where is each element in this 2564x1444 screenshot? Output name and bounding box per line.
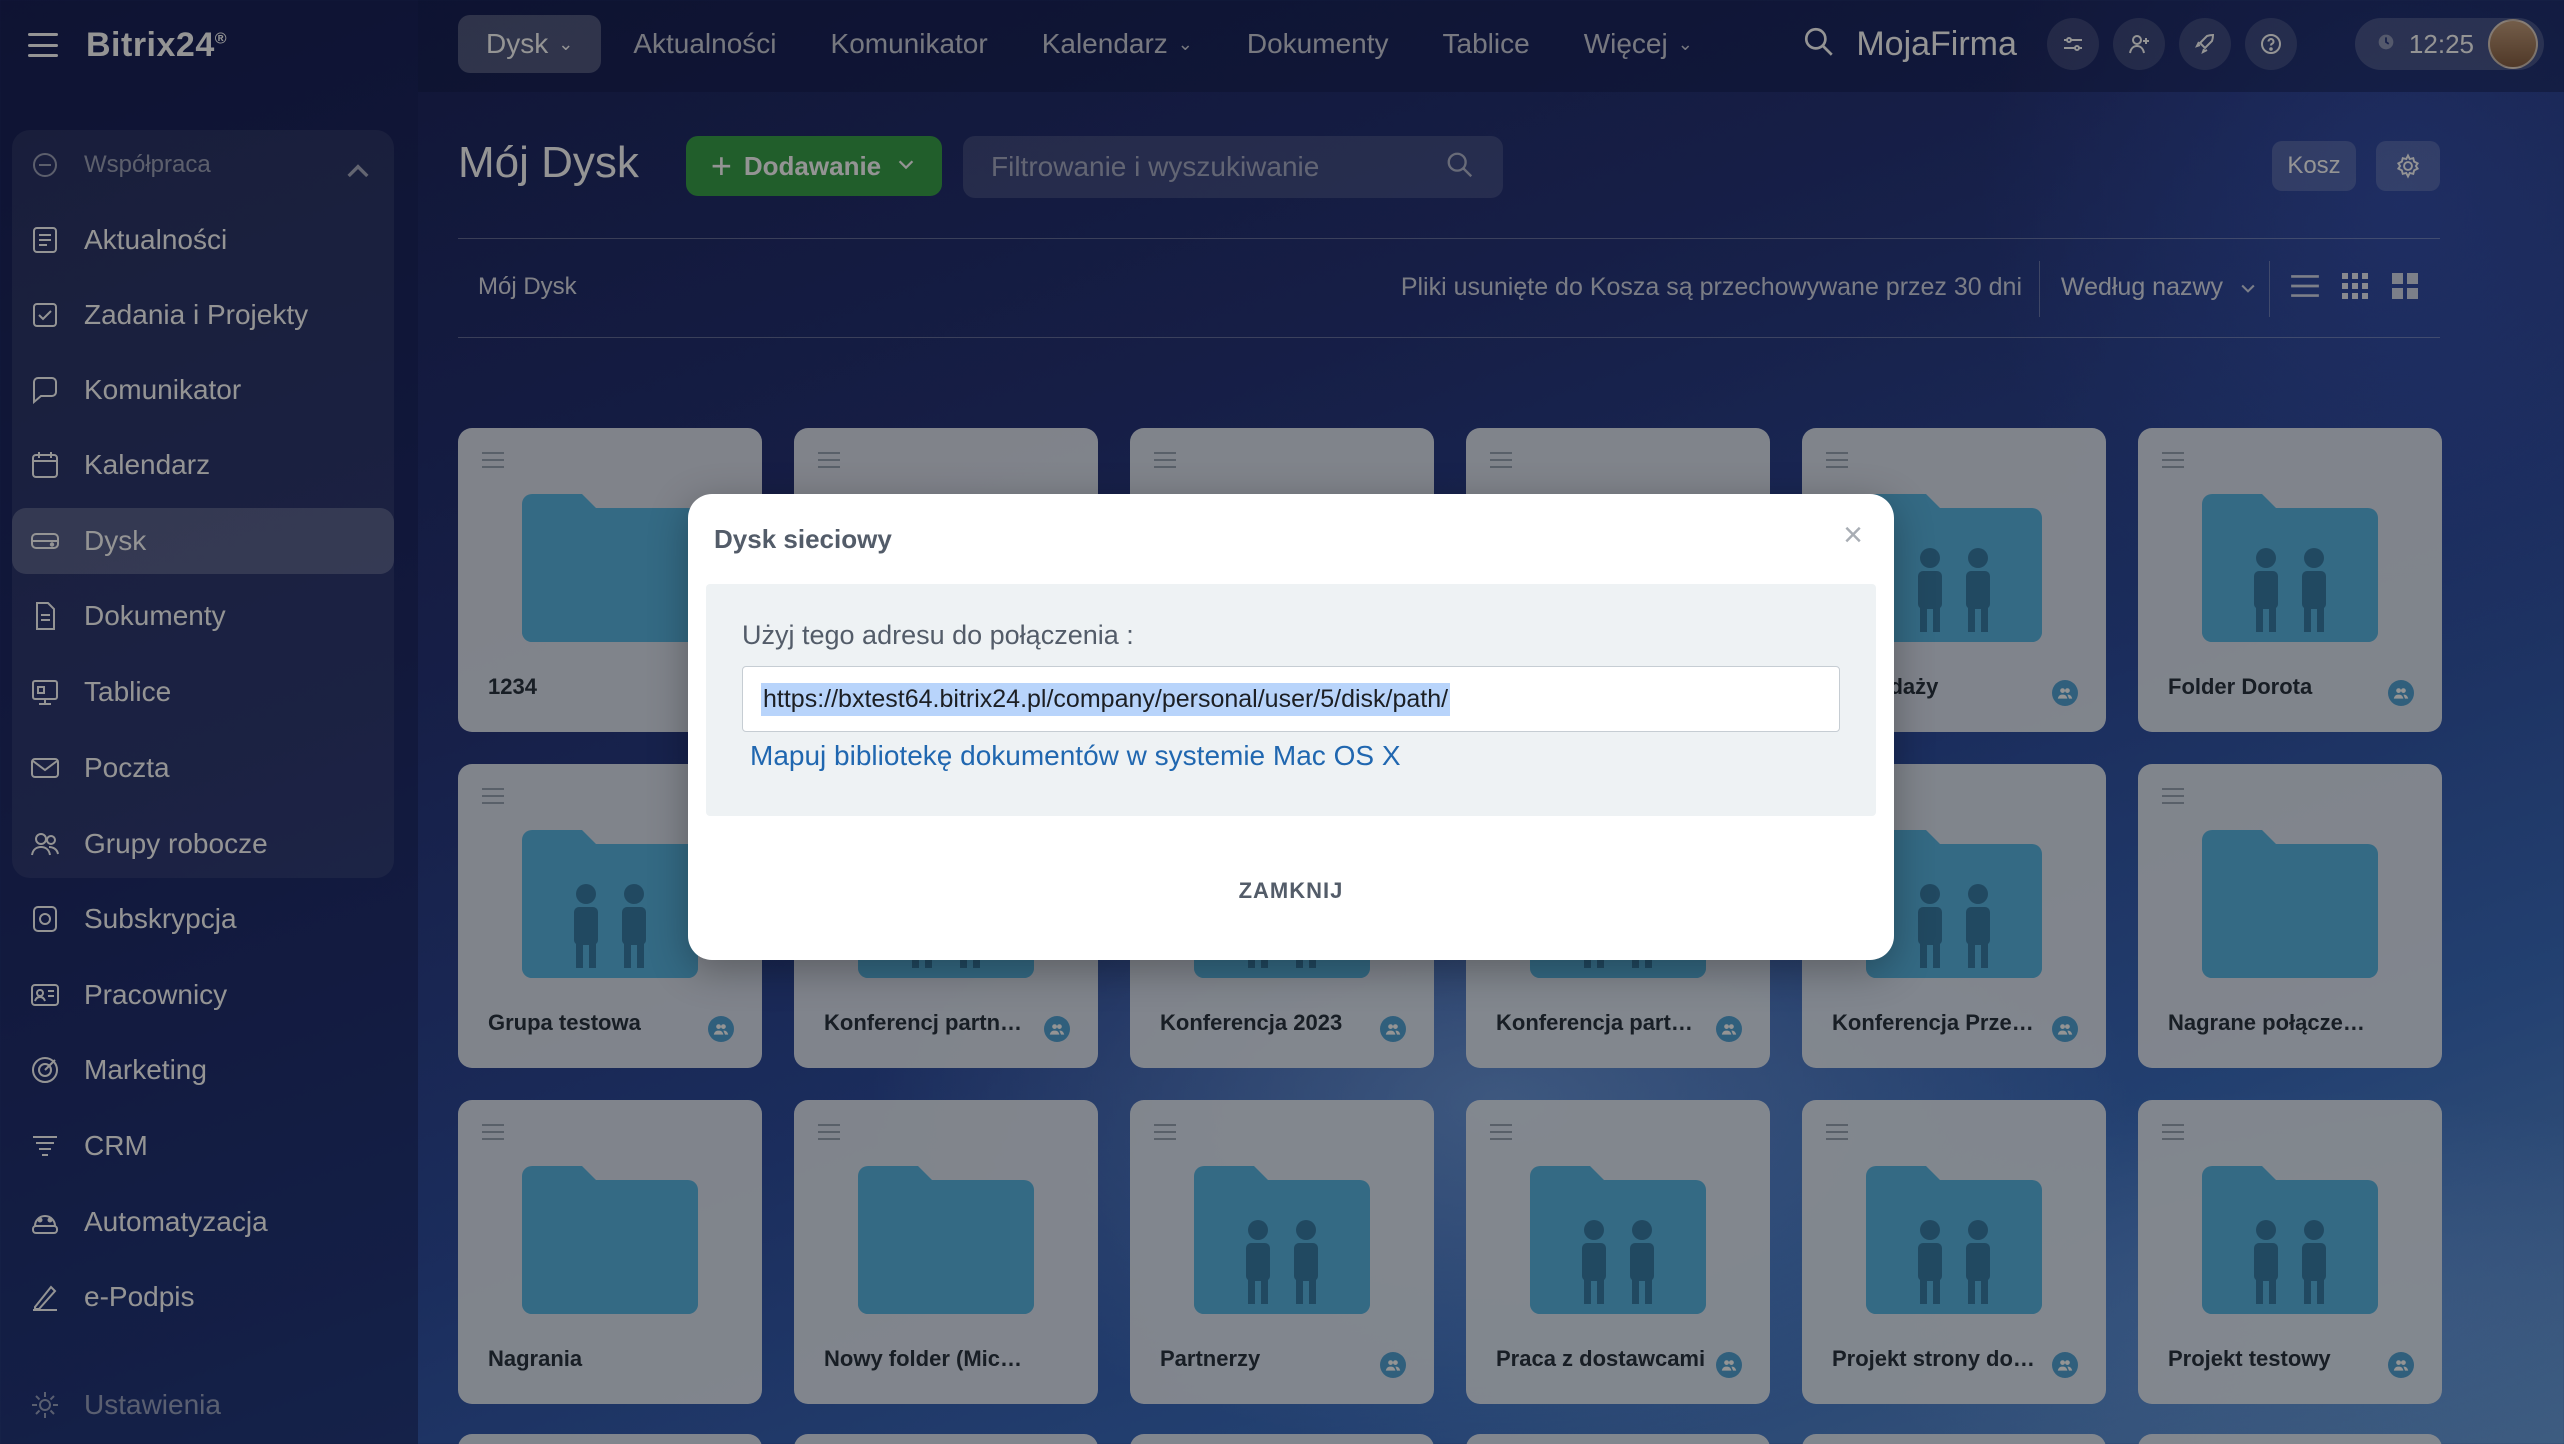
url-field[interactable]: https://bxtest64.bitrix24.pl/company/per… — [742, 666, 1840, 732]
network-drive-dialog: Dysk sieciowy × Użyj tego adresu do połą… — [688, 494, 1894, 960]
close-button[interactable]: ZAMKNIJ — [688, 878, 1894, 904]
dialog-title: Dysk sieciowy — [714, 524, 892, 554]
url-value[interactable]: https://bxtest64.bitrix24.pl/company/per… — [761, 682, 1451, 716]
dialog-body: Użyj tego adresu do połączenia : https:/… — [706, 584, 1876, 816]
dialog-label: Użyj tego adresu do połączenia : — [742, 620, 1134, 650]
close-icon[interactable]: × — [1838, 516, 1868, 554]
map-library-link[interactable]: Mapuj bibliotekę dokumentów w systemie M… — [750, 740, 1401, 772]
